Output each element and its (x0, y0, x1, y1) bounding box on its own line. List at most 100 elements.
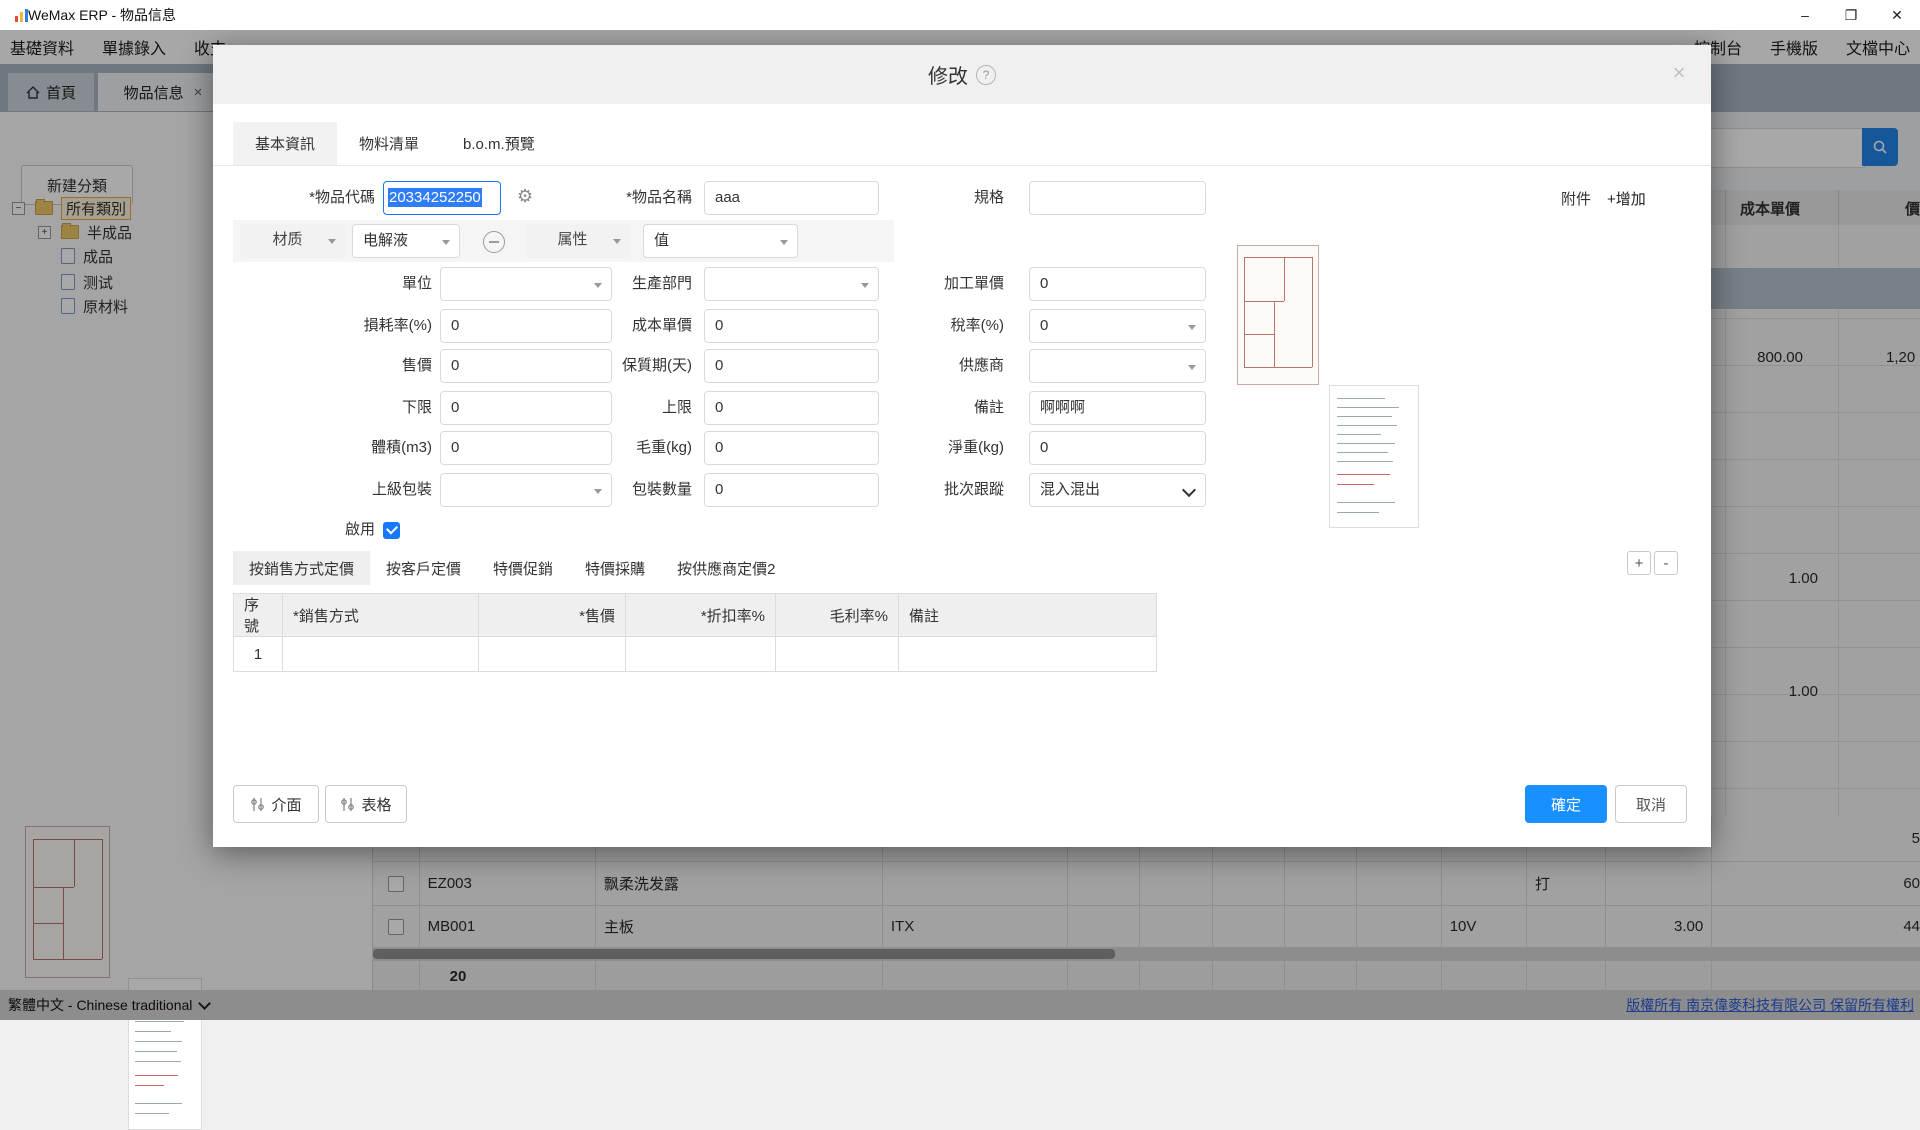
volume-label: 體積(m3) (213, 431, 432, 465)
minimize-button[interactable]: – (1782, 0, 1828, 30)
production-dept-select[interactable] (704, 267, 879, 301)
attribute-value-select[interactable]: 值 (643, 224, 798, 258)
ptab-by-supplier2[interactable]: 按供應商定價2 (661, 551, 791, 585)
cancel-button[interactable]: 取消 (1615, 785, 1687, 823)
loss-rate-label: 損耗率(%) (213, 309, 432, 343)
item-name-label: *物品名稱 (553, 181, 692, 215)
caret-down-icon (1188, 325, 1196, 330)
attachments-label: 附件 (1561, 188, 1591, 209)
close-window-button[interactable]: ✕ (1874, 0, 1920, 30)
modal-close-icon[interactable]: × (1665, 59, 1693, 87)
gross-weight-label: 毛重(kg) (553, 431, 692, 465)
tab-bom-list[interactable]: 物料清單 (337, 122, 441, 165)
cell-discount[interactable] (626, 637, 776, 671)
attachment-document-thumbnail[interactable] (1329, 385, 1419, 528)
shelf-life-label: 保質期(天) (553, 349, 692, 383)
package-qty-label: 包裝數量 (553, 473, 692, 507)
header-margin: 毛利率% (776, 594, 899, 636)
ptab-special-promo[interactable]: 特價促銷 (477, 551, 569, 585)
add-attachment-button[interactable]: +增加 (1607, 188, 1646, 209)
cost-price-label: 成本單價 (553, 309, 692, 343)
sliders-icon (340, 797, 355, 812)
modal-header: 修改 ? (213, 45, 1711, 104)
unit-label: 單位 (213, 267, 432, 301)
cell-seq: 1 (234, 637, 283, 671)
batch-tracking-select[interactable]: 混入混出 (1029, 473, 1206, 507)
caret-down-icon (780, 240, 788, 245)
header-sale-method: *銷售方式 (283, 594, 479, 636)
package-qty-input[interactable]: 0 (704, 473, 879, 507)
sale-price-label: 售價 (213, 349, 432, 383)
supplier-select[interactable] (1029, 349, 1206, 383)
help-icon[interactable]: ? (976, 65, 996, 85)
ptab-special-purchase[interactable]: 特價採購 (569, 551, 661, 585)
tax-rate-label: 稅率(%) (893, 309, 1004, 343)
gear-icon[interactable]: ⚙ (517, 186, 533, 207)
net-weight-input[interactable]: 0 (1029, 431, 1206, 465)
selected-text: 20334252250 (388, 188, 482, 207)
item-code-input[interactable]: 20334252250 (383, 181, 501, 215)
net-weight-label: 淨重(kg) (893, 431, 1004, 465)
sliders-icon (250, 797, 265, 812)
caret-down-icon (613, 239, 621, 244)
header-remark: 備註 (899, 594, 1154, 636)
pricing-table: 序號 *銷售方式 *售價 *折扣率% 毛利率% 備註 1 (233, 593, 1157, 672)
enable-label: 啟用 (213, 513, 375, 547)
remark-label: 備註 (893, 391, 1004, 425)
pricing-table-row: 1 (234, 637, 1156, 671)
confirm-button[interactable]: 確定 (1525, 785, 1607, 823)
upper-limit-input[interactable]: 0 (704, 391, 879, 425)
modal-tabbar: 基本資訊 物料清單 b.o.m.預覽 (233, 122, 557, 165)
window-titlebar: WeMax ERP - 物品信息 – ❐ ✕ (0, 0, 1920, 30)
header-discount: *折扣率% (626, 594, 776, 636)
remove-attribute-icon[interactable] (483, 231, 505, 253)
remark-input[interactable]: 啊啊啊 (1029, 391, 1206, 425)
spec-label: 規格 (893, 181, 1004, 215)
production-dept-label: 生產部門 (553, 267, 692, 301)
item-code-label: *物品代碼 (213, 181, 375, 215)
tab-basic-info[interactable]: 基本資訊 (233, 122, 337, 165)
attribute-select[interactable]: 属性 (525, 224, 630, 258)
supplier-label: 供應商 (893, 349, 1004, 383)
cell-remark[interactable] (899, 637, 1154, 671)
spec-input[interactable] (1029, 181, 1206, 215)
ptab-by-customer[interactable]: 按客戶定價 (370, 551, 477, 585)
caret-down-icon (861, 283, 869, 288)
enable-checkbox[interactable] (383, 522, 400, 539)
chevron-down-icon (1182, 483, 1196, 497)
table-settings-button[interactable]: 表格 (325, 785, 407, 823)
check-icon (386, 522, 398, 534)
interface-settings-button[interactable]: 介面 (233, 785, 319, 823)
lower-limit-label: 下限 (213, 391, 432, 425)
parent-package-label: 上級包裝 (213, 473, 432, 507)
item-name-input[interactable]: aaa (704, 181, 879, 215)
processing-price-label: 加工單價 (893, 267, 1004, 301)
upper-limit-label: 上限 (553, 391, 692, 425)
attachment-floorplan-thumbnail[interactable] (1237, 245, 1319, 385)
caret-down-icon (1188, 365, 1196, 370)
tab-bom-preview[interactable]: b.o.m.預覽 (441, 122, 557, 165)
maximize-button[interactable]: ❐ (1828, 0, 1874, 30)
gross-weight-input[interactable]: 0 (704, 431, 879, 465)
cost-price-input[interactable]: 0 (704, 309, 879, 343)
ptab-by-sale-method[interactable]: 按銷售方式定價 (233, 551, 370, 585)
remove-row-button[interactable]: - (1654, 551, 1678, 575)
processing-price-input[interactable]: 0 (1029, 267, 1206, 301)
edit-item-modal: 修改 ? × 基本資訊 物料清單 b.o.m.預覽 附件 +增加 *物品代碼 2… (213, 45, 1711, 847)
cell-sale-method[interactable] (283, 637, 479, 671)
window-title: WeMax ERP - 物品信息 (28, 5, 176, 25)
attribute-strip: 材质 电解液 属性 值 (233, 220, 894, 262)
app-logo-icon (14, 8, 29, 23)
batch-tracking-label: 批次跟蹤 (893, 473, 1004, 507)
material-value-select[interactable]: 电解液 (352, 224, 460, 258)
cell-margin[interactable] (776, 637, 899, 671)
cell-price[interactable] (479, 637, 626, 671)
header-price: *售價 (479, 594, 626, 636)
shelf-life-input[interactable]: 0 (704, 349, 879, 383)
header-seq: 序號 (234, 594, 283, 636)
tax-rate-select[interactable]: 0 (1029, 309, 1206, 343)
add-row-button[interactable]: + (1627, 551, 1651, 575)
caret-down-icon (442, 240, 450, 245)
material-type-select[interactable]: 材质 (240, 224, 345, 258)
pricing-table-header: 序號 *銷售方式 *售價 *折扣率% 毛利率% 備註 (234, 594, 1156, 637)
